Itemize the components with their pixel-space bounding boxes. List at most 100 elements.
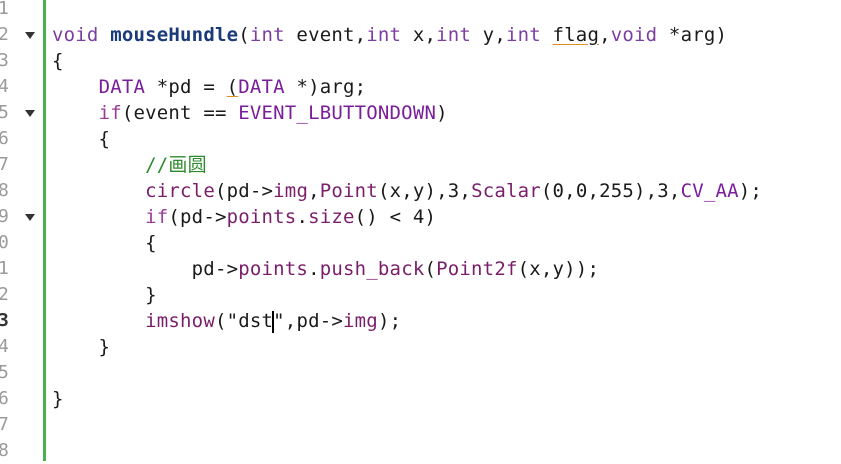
code-line[interactable]: } (52, 386, 64, 412)
line-number: 5 (0, 362, 9, 383)
code-token: mouseHundle (110, 24, 239, 46)
code-token: *)arg; (284, 76, 367, 98)
code-line[interactable]: } (52, 282, 157, 308)
code-token: DATA (238, 76, 285, 98)
line-number: 5 (0, 102, 9, 123)
line-number: 7 (0, 154, 9, 175)
code-token: (pd-> (214, 180, 274, 202)
code-token: x, (401, 24, 437, 46)
code-token: CV_AA (680, 180, 739, 202)
code-editor[interactable]: 123456789012345678 void mouseHundle(int … (0, 0, 841, 461)
code-line[interactable]: if(pd->points.size() < 4) (52, 204, 436, 230)
code-line[interactable]: { (52, 126, 110, 152)
line-number: 1 (0, 258, 9, 279)
code-line[interactable]: pd->points.push_back(Point2f(x,y)); (52, 256, 599, 282)
code-token: } (52, 336, 111, 358)
code-token: { (52, 50, 64, 72)
code-token: ) (436, 102, 448, 124)
code-token: (0,0,255),3, (540, 180, 681, 202)
code-token: Point2f (436, 258, 518, 280)
line-number: 4 (0, 76, 9, 97)
code-token: () < 4) (354, 206, 437, 228)
code-token: push_back (319, 258, 425, 280)
code-token: ); (738, 180, 763, 202)
code-token: { (52, 128, 111, 150)
code-token: int (436, 24, 472, 46)
code-token: *arg) (657, 24, 728, 46)
code-token: Point (319, 180, 378, 202)
code-token: Scalar (471, 180, 541, 202)
code-token: void (52, 24, 111, 46)
line-number: 3 (0, 310, 9, 331)
code-token: (x,y)); (517, 258, 600, 280)
line-number-gutter: 1 2 3 4 5 6 7 8 9 0 1 2 3 4 5 6 7 8 (0, 0, 46, 461)
code-token: points (226, 206, 297, 228)
code-token: int (366, 24, 402, 46)
line-number: 8 (0, 180, 9, 201)
code-line[interactable]: if(event == EVENT_LBUTTONDOWN) (52, 100, 448, 126)
fold-toggle-icon[interactable] (25, 214, 35, 221)
code-token: , (599, 24, 611, 46)
code-token: } (52, 388, 64, 410)
code-token: ("dst (214, 310, 274, 332)
line-number: 2 (0, 24, 9, 45)
line-number: 3 (0, 50, 9, 71)
code-token: *pd = (145, 76, 227, 98)
line-number: 0 (0, 232, 9, 253)
line-number: 9 (0, 206, 9, 227)
code-token: img (343, 310, 378, 332)
line-number: 1 (0, 0, 9, 19)
code-token: . (308, 258, 320, 280)
code-token: (event == (121, 102, 239, 124)
code-token: ( (424, 258, 437, 280)
code-token: int (505, 24, 541, 46)
code-line[interactable]: DATA *pd = (DATA *)arg; (52, 74, 367, 100)
code-line[interactable]: circle(pd->img,Point(x,y),3,Scalar(0,0,2… (52, 178, 762, 204)
code-line[interactable]: imshow("dst",pd->img); (52, 308, 401, 334)
code-token: pd-> (52, 258, 239, 280)
code-token: imshow (145, 310, 215, 332)
code-token: //画圆 (145, 154, 207, 176)
code-token: void (610, 24, 658, 46)
code-token: (x,y),3, (377, 180, 472, 202)
line-number: 8 (0, 440, 9, 461)
line-number: 6 (0, 128, 9, 149)
line-number: 6 (0, 388, 9, 409)
code-token: DATA (98, 76, 146, 98)
fold-toggle-icon[interactable] (25, 32, 35, 39)
code-token: ); (377, 310, 402, 332)
code-token: points (238, 258, 309, 280)
code-token: , (308, 180, 320, 202)
code-line[interactable]: //画圆 (52, 152, 207, 178)
code-token: int (249, 24, 285, 46)
fold-toggle-icon[interactable] (25, 110, 35, 117)
code-token: EVENT_LBUTTONDOWN (238, 102, 437, 124)
line-number: 4 (0, 336, 9, 357)
code-token: (pd-> (168, 206, 227, 228)
code-line[interactable]: { (52, 48, 64, 74)
code-token: . (296, 206, 309, 228)
code-token: circle (145, 180, 215, 202)
change-indicator-bar (43, 0, 46, 461)
line-number: 7 (0, 414, 9, 435)
code-token: size (308, 206, 355, 228)
code-token: ( (226, 76, 239, 98)
code-token: img (273, 180, 309, 202)
code-token: y, (471, 24, 506, 46)
code-token: ( (238, 24, 250, 46)
code-line[interactable]: void mouseHundle(int event,int x,int y,i… (52, 22, 727, 48)
code-token: { (52, 232, 157, 254)
code-token: event, (284, 24, 367, 46)
code-line[interactable]: } (52, 334, 110, 360)
code-line[interactable]: { (52, 230, 157, 256)
code-token: ",pd-> (273, 310, 344, 332)
code-token: if (145, 206, 169, 228)
code-token: } (52, 284, 157, 306)
